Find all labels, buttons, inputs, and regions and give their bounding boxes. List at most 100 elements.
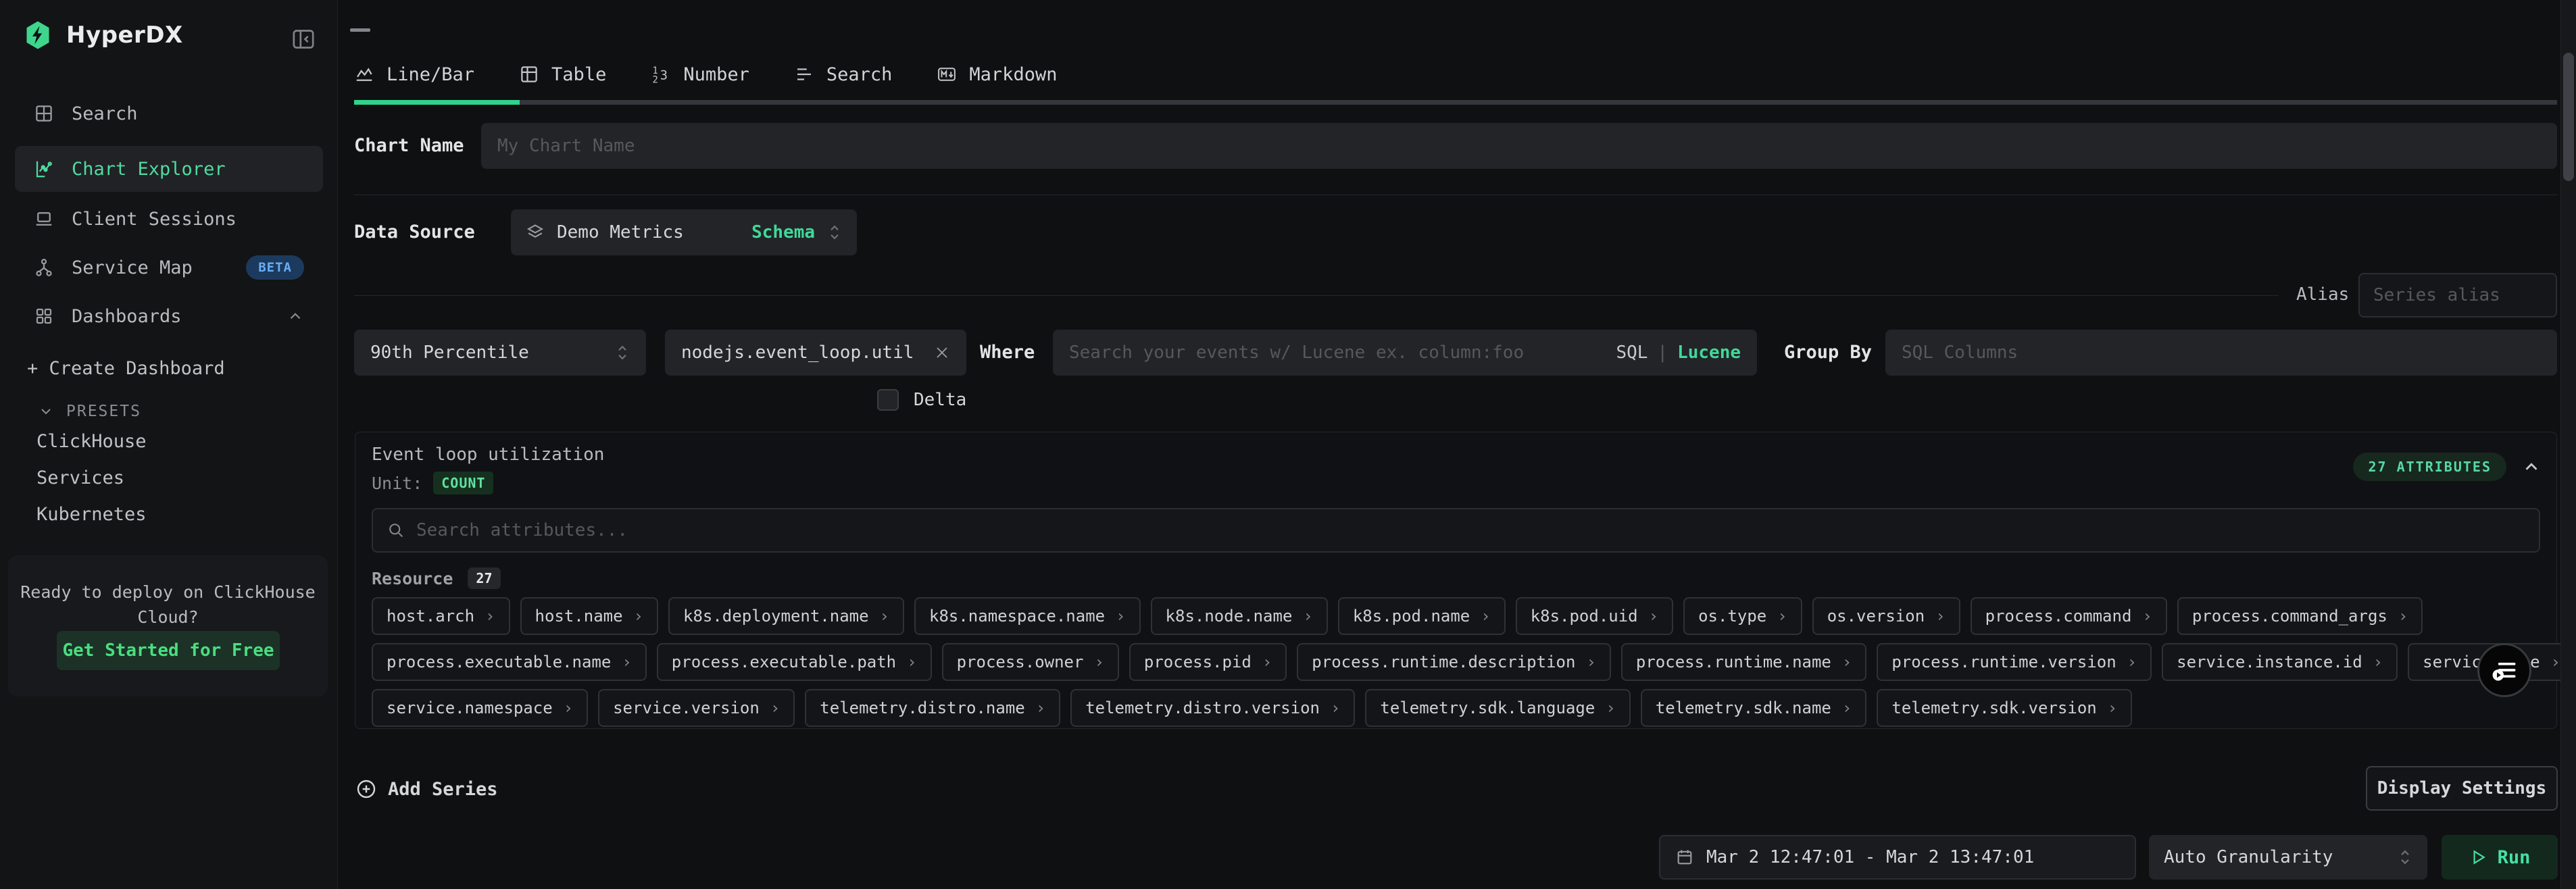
svg-text:3: 3 (660, 69, 668, 83)
alias-field[interactable] (2358, 273, 2557, 318)
attribute-chip[interactable]: telemetry.sdk.version› (1877, 689, 2132, 727)
lucene-toggle[interactable]: Lucene (1677, 342, 1741, 363)
attribute-chip[interactable]: k8s.pod.name› (1338, 597, 1506, 635)
where-label: Where (980, 342, 1035, 363)
sidebar-item-client-sessions[interactable]: Client Sessions (15, 196, 323, 242)
chart-name-field[interactable] (481, 123, 2557, 169)
attribute-chip[interactable]: process.owner› (942, 643, 1119, 681)
attribute-chip[interactable]: process.runtime.description› (1297, 643, 1611, 681)
attribute-search-field[interactable] (372, 508, 2540, 553)
attribute-chip[interactable]: os.version› (1812, 597, 1960, 635)
data-source-value: Demo Metrics (557, 222, 684, 243)
where-search-input[interactable] (1069, 342, 1616, 363)
metric-attributes-panel: Event loop utilization Unit: COUNT 27 AT… (355, 432, 2557, 729)
sidebar-item-label: Client Sessions (72, 209, 237, 230)
display-settings-button[interactable]: Display Settings (2366, 766, 2558, 811)
delta-checkbox[interactable] (877, 389, 899, 411)
sql-toggle[interactable]: SQL (1616, 342, 1648, 363)
attribute-chip[interactable]: host.name› (520, 597, 659, 635)
sidebar-item-label: Dashboards (72, 306, 182, 327)
preset-clickhouse[interactable]: ClickHouse (36, 431, 147, 452)
create-dashboard-link[interactable]: + Create Dashboard (27, 358, 225, 379)
sidebar-item-chart-explorer[interactable]: Chart Explorer (15, 146, 323, 192)
chevron-right-icon: › (2398, 607, 2408, 626)
group-by-field[interactable] (1885, 330, 2557, 376)
attribute-chip[interactable]: process.command› (1971, 597, 2167, 635)
run-button[interactable]: Run (2442, 835, 2558, 880)
attribute-chip[interactable]: process.runtime.name› (1621, 643, 1866, 681)
data-source-select[interactable]: Demo Metrics Schema (511, 209, 857, 255)
preset-kubernetes[interactable]: Kubernetes (36, 504, 147, 525)
presets-label: PRESETS (66, 403, 141, 420)
tab-markdown[interactable]: Markdown (937, 54, 1057, 95)
attribute-chip[interactable]: service.version› (598, 689, 795, 727)
attribute-chip[interactable]: process.executable.path› (657, 643, 932, 681)
attribute-chip[interactable]: k8s.pod.uid› (1516, 597, 1673, 635)
sidebar-item-service-map[interactable]: Service Map BETA (15, 245, 323, 290)
hyperdx-logo-icon (23, 20, 53, 50)
alias-input[interactable] (2373, 285, 2542, 305)
unit-label: Unit: (372, 474, 422, 493)
search-grid-icon (34, 103, 54, 124)
unit-row: Unit: COUNT (372, 472, 2540, 494)
attribute-chip[interactable]: service.namespace› (372, 689, 588, 727)
attribute-chip[interactable]: os.type› (1683, 597, 1802, 635)
attribute-chip[interactable]: telemetry.sdk.name› (1641, 689, 1867, 727)
time-range-picker[interactable]: Mar 2 12:47:01 - Mar 2 13:47:01 (1659, 835, 2136, 880)
get-started-button[interactable]: Get Started for Free (57, 631, 280, 670)
group-by-input[interactable] (1902, 342, 2541, 363)
sidebar: HyperDX Search Chart Explorer Client Ses… (0, 0, 338, 889)
add-series-button[interactable]: Add Series (355, 773, 498, 805)
presets-toggle[interactable]: PRESETS (38, 403, 141, 420)
feedback-widget-button[interactable] (2477, 643, 2531, 697)
query-language-toggle: SQL | Lucene (1616, 342, 1757, 363)
metric-tag[interactable]: nodejs.event_loop.util (665, 330, 966, 376)
attribute-chip[interactable]: service.instance.id› (2162, 643, 2398, 681)
chevron-right-icon: › (1586, 653, 1595, 671)
laptop-icon (34, 209, 54, 229)
chevron-right-icon: › (564, 698, 573, 717)
line-chart-icon (354, 64, 374, 84)
chevron-right-icon: › (1842, 698, 1852, 717)
svg-text:2: 2 (653, 75, 658, 85)
aggregation-value: 90th Percentile (370, 342, 529, 363)
unit-value-badge: COUNT (433, 472, 493, 494)
scrollbar-thumb[interactable] (2563, 53, 2574, 181)
tab-line-bar[interactable]: Line/Bar (354, 54, 474, 95)
sidebar-item-dashboards[interactable]: Dashboards (15, 293, 323, 339)
chevron-down-icon (38, 403, 54, 420)
delta-row: Delta (877, 389, 966, 411)
beta-badge: BETA (246, 255, 304, 280)
tab-table[interactable]: Table (519, 54, 606, 95)
scrollbar-track (2560, 0, 2576, 889)
where-search-field[interactable]: SQL | Lucene (1053, 330, 1757, 376)
attribute-chip[interactable]: process.pid› (1129, 643, 1287, 681)
remove-metric-icon[interactable] (934, 345, 950, 361)
attribute-chip[interactable]: telemetry.distro.version› (1070, 689, 1355, 727)
collapse-attributes-icon[interactable] (2521, 457, 2542, 477)
main-content: Line/Bar Table 123 Number Search Markdow… (338, 0, 2576, 889)
resource-count-badge: 27 (468, 567, 500, 589)
aggregation-select[interactable]: 90th Percentile (354, 330, 646, 376)
tab-number[interactable]: 123 Number (651, 54, 749, 95)
attribute-chip[interactable]: k8s.node.name› (1151, 597, 1328, 635)
attribute-chip[interactable]: telemetry.sdk.language› (1365, 689, 1630, 727)
attribute-search-input[interactable] (416, 520, 2525, 540)
sidebar-item-search[interactable]: Search (15, 91, 323, 136)
attribute-chip[interactable]: telemetry.distro.name› (805, 689, 1060, 727)
chevron-right-icon: › (1303, 607, 1312, 626)
tab-search[interactable]: Search (794, 54, 893, 95)
attribute-chip[interactable]: process.runtime.version› (1877, 643, 2152, 681)
attribute-chip[interactable]: k8s.deployment.name› (668, 597, 904, 635)
attribute-chip[interactable]: process.command_args› (2177, 597, 2423, 635)
schema-link[interactable]: Schema (751, 222, 815, 243)
table-icon (519, 64, 539, 84)
attribute-chip[interactable]: host.arch› (372, 597, 510, 635)
chevron-right-icon: › (485, 607, 495, 626)
collapse-sidebar-icon[interactable] (290, 26, 317, 53)
attribute-chip[interactable]: k8s.namespace.name› (914, 597, 1141, 635)
granularity-select[interactable]: Auto Granularity (2149, 835, 2427, 880)
preset-services[interactable]: Services (36, 467, 124, 488)
chart-name-input[interactable] (497, 136, 2541, 156)
attribute-chip[interactable]: process.executable.name› (372, 643, 647, 681)
